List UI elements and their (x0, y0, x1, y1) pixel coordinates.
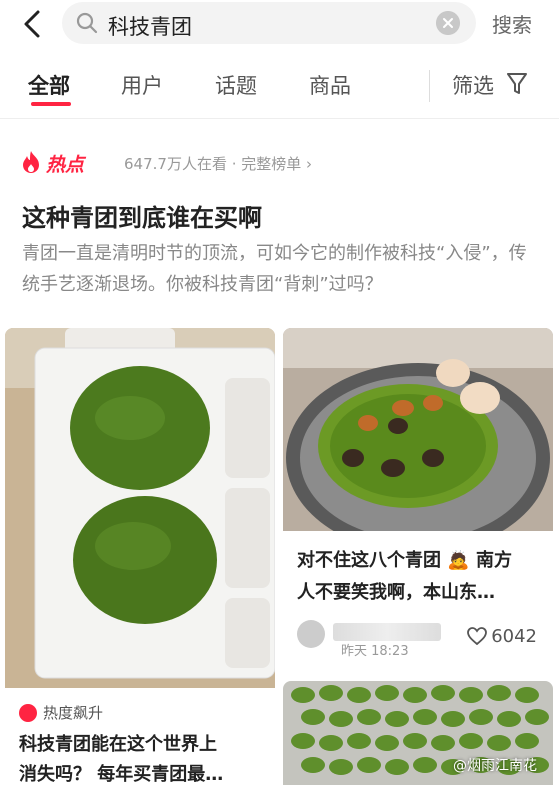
active-tab-indicator (31, 102, 71, 106)
tab-divider (429, 70, 430, 102)
trending-tag-label: 热度飙升 (43, 704, 104, 722)
back-arrow-icon[interactable] (18, 9, 48, 39)
note-title-line2[interactable]: 人不要笑我啊，本山东… (297, 578, 495, 608)
search-button[interactable]: 搜索 (492, 9, 532, 38)
topic-description: 青团一直是清明时节的顶流，可如今它的制作被科技“入侵”，传统手艺逐渐退场。你被科… (22, 243, 527, 295)
post-time: 昨天 18:23 (341, 644, 409, 659)
watermark: @烟雨江南花 (453, 758, 537, 774)
filter-funnel-icon[interactable] (506, 71, 528, 97)
tab-all[interactable]: 全部 (28, 70, 70, 100)
note-image (283, 328, 553, 531)
clear-search-icon[interactable] (436, 11, 460, 35)
like-count: 6042 (491, 626, 537, 647)
heart-icon (467, 627, 488, 646)
author-avatar[interactable] (297, 620, 325, 648)
like-button[interactable]: 6042 (467, 626, 537, 647)
search-icon (76, 12, 98, 34)
filter-button[interactable]: 筛选 (452, 70, 494, 100)
note-title-line2[interactable]: 消失吗？ 每年买青团最… (19, 760, 223, 785)
note-card[interactable]: 热度飙升 科技青团能在这个世界上 消失吗？ 每年买青团最… (5, 328, 275, 785)
search-box[interactable]: 科技青团 (62, 2, 476, 44)
tab-products[interactable]: 商品 (309, 70, 351, 100)
note-image (5, 328, 275, 688)
author-name-blurred[interactable] (333, 623, 441, 641)
flame-icon (23, 151, 39, 173)
tab-topics[interactable]: 话题 (215, 70, 257, 100)
tab-users[interactable]: 用户 (121, 70, 163, 100)
hot-label: 热点 (46, 154, 85, 176)
note-title-line1[interactable]: 科技青团能在这个世界上 (19, 730, 217, 760)
top-bar: 科技青团 搜索 (0, 0, 559, 50)
note-title-line1[interactable]: 对不住这八个青团 🙇 南方 (297, 546, 512, 576)
topic-headline[interactable]: 这种青团到底谁在买啊 (22, 198, 262, 233)
trending-flame-icon (19, 704, 37, 722)
result-tabs: 全部 用户 话题 商品 筛选 (0, 56, 559, 119)
hot-meta[interactable]: 647.7万人在看 · 完整榜单 › (124, 153, 312, 174)
search-query[interactable]: 科技青团 (108, 11, 192, 41)
